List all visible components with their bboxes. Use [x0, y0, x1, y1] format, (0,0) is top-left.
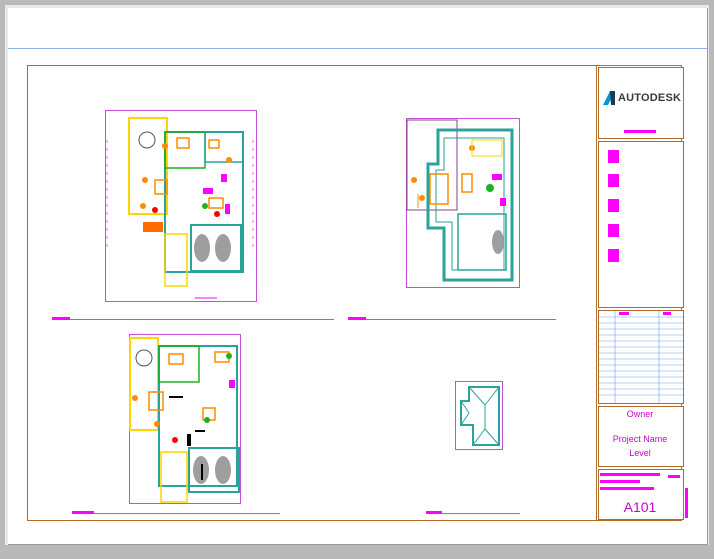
- floor-plan-1[interactable]: [105, 110, 257, 302]
- logo-text: AUTODESK: [618, 92, 682, 104]
- view-title-tag-2: [348, 317, 366, 320]
- level-label: Level: [629, 448, 651, 458]
- view-title-line-1: [52, 319, 334, 320]
- window-frame-top: [0, 0, 714, 5]
- window-frame-left: [0, 0, 5, 559]
- project-name-label: Project Name: [612, 434, 668, 444]
- sheet-info-mark-4: [668, 475, 680, 478]
- view-title-line-3: [72, 513, 280, 514]
- info-tag-1: [608, 150, 619, 163]
- view-title-line-2: [348, 319, 556, 320]
- view-title-tag-3: [72, 511, 94, 514]
- info-tag-2: [608, 174, 619, 187]
- owner-label: Owner: [626, 409, 654, 419]
- floor-plan-3[interactable]: [129, 334, 241, 504]
- autodesk-logo: AUTODESK: [603, 88, 683, 108]
- autodesk-logo-icon: [603, 91, 615, 105]
- window-frame-right: [709, 0, 714, 559]
- window-frame-bottom: [0, 545, 714, 559]
- sheet-info-mark-1: [600, 473, 660, 476]
- view-title-tag-4: [426, 511, 442, 514]
- info-tag-3: [608, 199, 619, 212]
- revision-table: [598, 310, 684, 404]
- sheet-edge-mark: [685, 488, 688, 518]
- view-title-tag-1: [52, 317, 70, 320]
- revision-table-grid: [599, 311, 683, 403]
- floor-plan-2[interactable]: [406, 118, 520, 288]
- sheet-top-rule: [8, 48, 707, 49]
- info-tag-5: [608, 249, 619, 262]
- sheet-info-mark-2: [600, 480, 640, 483]
- info-tag-4: [608, 224, 619, 237]
- title-block-separator: [596, 65, 597, 521]
- sheet-number: A101: [623, 499, 657, 515]
- sheet-info-mark-3: [600, 487, 654, 490]
- roof-plan[interactable]: [455, 381, 503, 450]
- logo-caption-mark: [624, 130, 656, 133]
